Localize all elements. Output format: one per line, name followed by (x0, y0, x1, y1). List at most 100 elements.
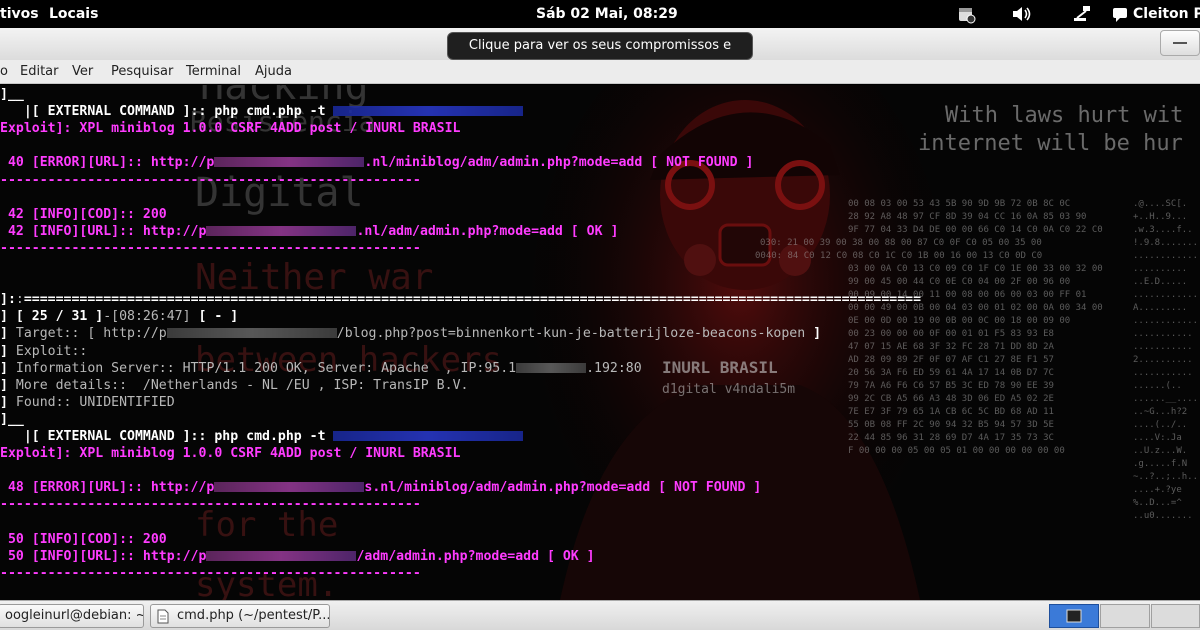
hex-row: 99 00 45 00 44 C0 0E C0 04 00 2F 00 96 0… (848, 277, 1071, 287)
terminal-text: ----------------------------------------… (0, 240, 421, 256)
terminal-text: ]__ (0, 87, 24, 102)
menu-view[interactable]: Ver (72, 64, 93, 79)
ascii-row: !.9.8....... (1133, 238, 1199, 248)
ascii-row: %..D...=^ (1133, 498, 1182, 508)
taskbar-item-label: oogleinurl@debian: ~ (5, 608, 144, 623)
terminal-text: s.nl/miniblog/adm/admin.php?mode=add [ N… (364, 480, 762, 496)
menu-help[interactable]: Ajuda (255, 64, 292, 79)
terminal-text: More details:: /Netherlands - NL /EU , I… (15, 377, 469, 393)
activities-button[interactable]: tivos (0, 6, 39, 22)
terminal-text: ] (0, 377, 16, 393)
menu-edit[interactable]: Editar (20, 64, 59, 79)
menu-terminal[interactable]: Terminal (186, 64, 241, 79)
terminal-line: ] [ 25 / 31 ]-[08:26:47] [ - ] (0, 308, 238, 325)
user-menu[interactable]: Cleiton Pi (1133, 6, 1200, 22)
terminal-text: .nl/miniblog/adm/admin.php?mode=add [ NO… (364, 155, 754, 171)
ascii-row: .g.....f.N (1133, 459, 1188, 469)
terminal-text: ]: (0, 292, 16, 308)
hex-row: 20 56 3A F6 ED 59 61 4A 17 14 0B D7 7C (848, 368, 1054, 378)
workspace-2[interactable] (1100, 604, 1150, 628)
taskbar-item-editor[interactable]: cmd.php (~/pentest/P... (150, 604, 330, 628)
hex-row: 47 07 15 AE 68 3F 32 FC 28 71 DD 8D 2A (848, 342, 1054, 352)
ascii-row: ....(../.. (1133, 420, 1188, 430)
terminal-text: Found:: UNIDENTIFIED (15, 394, 175, 410)
hex-row: 00 08 03 00 53 43 5B 90 9D 9B 72 0B 8C 0… (848, 199, 1071, 209)
ascii-row: ..~G...h?2 (1133, 407, 1188, 417)
ascii-row: 2.......... (1133, 355, 1193, 365)
terminal-text: ========================================… (23, 292, 922, 308)
wallpaper-quote: internet will be hur (918, 131, 1183, 156)
terminal-line: ] Target:: [ http://p/blog.php?post=binn… (0, 325, 821, 342)
ascii-row: ~..?..;..h.. (1133, 472, 1199, 482)
network-icon[interactable] (1070, 2, 1094, 26)
menu-file[interactable]: o (0, 64, 8, 79)
hex-row: 22 44 85 96 31 28 69 D7 4A 17 35 73 3C (848, 433, 1054, 443)
terminal-line: ]__ (0, 411, 24, 428)
calendar-icon[interactable] (954, 2, 978, 26)
terminal-line: 40 [ERROR][URL]:: http://p .nl/miniblog/a… (0, 154, 753, 171)
hex-row: AD 28 09 89 2F 0F 07 AF C1 27 8E F1 57 (848, 355, 1054, 365)
terminal-text: ----------------------------------------… (0, 172, 421, 188)
terminal-line: 50 [INFO][COD]:: 200 (0, 531, 167, 548)
terminal-line: ]::=====================================… (0, 291, 921, 308)
terminal-text: .192:80 (586, 360, 642, 376)
redacted-text (206, 550, 357, 561)
ascii-row: ..E.D..... (1133, 277, 1188, 287)
terminal-text: /adm/admin.php?mode=add [ OK ] (356, 548, 595, 564)
terminal-line: 50 [INFO][URL]:: http://p/adm/admin.php?… (0, 548, 595, 565)
terminal-text: ] (0, 394, 16, 410)
menu-search[interactable]: Pesquisar (111, 64, 173, 79)
workspace-1[interactable] (1049, 604, 1099, 628)
terminal-text: ] [ 25 / 31 ] (0, 309, 104, 325)
shirt-text: INURL BRASIL (662, 358, 778, 377)
terminal-icon (1066, 609, 1082, 623)
terminal-text: -[08:26:47] (103, 309, 191, 325)
ascii-row: ..U.z...W. (1133, 446, 1188, 456)
hex-row: 28 92 A8 48 97 CF 8D 39 04 CC 16 0A 85 0… (848, 212, 1087, 222)
redacted-text (214, 157, 365, 168)
terminal-line: |[ EXTERNAL COMMAND ]:: php cmd.php -t (0, 428, 524, 445)
workspace-3[interactable] (1151, 604, 1200, 628)
hex-row: 55 0B 08 FF 2C 90 94 32 B5 94 57 3D 5E (848, 420, 1054, 430)
terminal-output[interactable]: Hacking Resistência Digital Neither war … (0, 85, 1200, 600)
terminal-text: 48 [ERROR][URL]:: http://p (0, 480, 215, 496)
terminal-text: 40 [ERROR][URL]:: http://p (0, 155, 215, 171)
hex-row: F 00 00 00 05 00 05 01 00 00 00 00 00 00 (848, 446, 1065, 456)
ascii-row: .@....SC[. (1133, 199, 1188, 209)
terminal-line: ----------------------------------------… (0, 240, 421, 257)
terminal-line: ]__ (0, 86, 24, 103)
hex-row: 9F 77 04 33 D4 DE 00 00 66 C0 14 C0 0A C… (848, 225, 1103, 235)
places-menu[interactable]: Locais (49, 6, 98, 22)
taskbar-item-terminal[interactable]: oogleinurl@debian: ~ (0, 604, 144, 628)
terminal-text: |[ EXTERNAL COMMAND ]:: php cmd.php -t (0, 104, 334, 120)
terminal-text: ] (805, 326, 822, 342)
bottom-panel: oogleinurl@debian: ~ cmd.php (~/pentest/… (0, 600, 1200, 630)
ascii-row: A......... (1133, 303, 1188, 313)
terminal-text: .nl/adm/admin.php?mode=add [ OK ] (356, 223, 619, 239)
chat-icon[interactable] (1108, 2, 1132, 26)
volume-icon[interactable] (1010, 2, 1034, 26)
terminal-line: Exploit]: XPL miniblog 1.0.0 CSRF 4ADD p… (0, 445, 461, 462)
terminal-text: ] (0, 326, 16, 342)
terminal-text: ----------------------------------------… (0, 565, 421, 581)
ascii-row: .......... (1133, 264, 1188, 274)
terminal-line: 42 [INFO][URL]:: http://p .nl/adm/admin.p… (0, 223, 619, 240)
hex-row: 0040: 84 C0 12 C0 08 C0 1C C0 1B 00 16 0… (755, 251, 1043, 261)
clock-button[interactable]: Sáb 02 Mai, 08:29 (536, 6, 678, 22)
top-panel: tivos Locais Sáb 02 Mai, 08:29 Cleiton P… (0, 0, 1200, 28)
minimize-button[interactable] (1160, 30, 1200, 56)
ascii-row: ........... (1133, 368, 1193, 378)
terminal-line: Exploit]: XPL miniblog 1.0.0 CSRF 4ADD p… (0, 120, 461, 137)
terminal-text: Exploit]: XPL miniblog 1.0.0 CSRF 4ADD p… (0, 446, 461, 462)
ascii-row: ............. (1133, 290, 1200, 300)
terminal-text: Exploit]: XPL miniblog 1.0.0 CSRF 4ADD p… (0, 121, 461, 137)
terminal-text: |[ EXTERNAL COMMAND ]:: php cmd.php -t (0, 429, 334, 444)
ascii-row: ......__..... (1133, 394, 1200, 404)
ascii-row: +..H..9... (1133, 212, 1188, 222)
wallpaper-quote: With laws hurt wit (945, 103, 1184, 128)
terminal-text: 50 [INFO][COD]:: 200 (0, 531, 167, 547)
hex-row: 7E E7 3F 79 65 1A CB 6C 5C BD 68 AD 11 (848, 407, 1054, 417)
ascii-row: ............ (1133, 251, 1199, 261)
calendar-tooltip: Clique para ver os seus compromissos e t… (447, 32, 753, 79)
terminal-line: ----------------------------------------… (0, 496, 421, 513)
